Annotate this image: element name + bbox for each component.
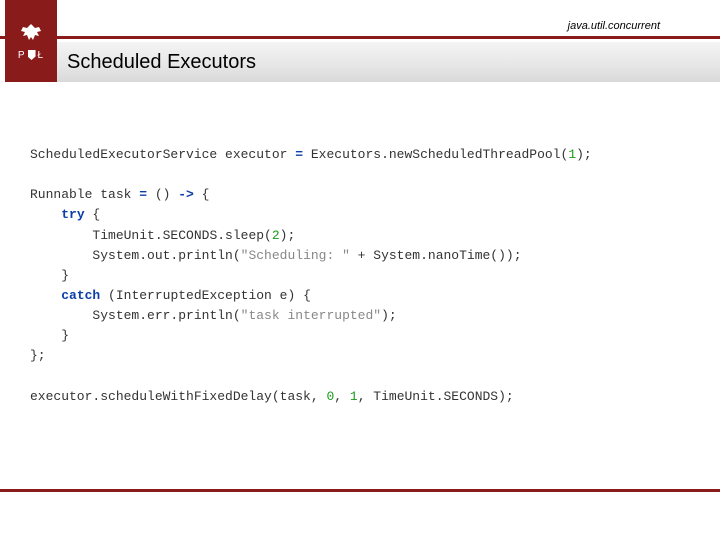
- code-block: ScheduledExecutorService executor = Exec…: [30, 145, 680, 407]
- code-line-10: };: [30, 348, 46, 363]
- logo-letter-p: P: [18, 50, 26, 61]
- code-line-2: Runnable task = () -> {: [30, 187, 209, 202]
- title-bar: Scheduled Executors: [57, 42, 720, 82]
- slide-header: java.util.concurrent P Ł Scheduled Execu…: [0, 0, 720, 90]
- code-line-8: System.err.println("task interrupted");: [30, 308, 397, 323]
- slide-title: Scheduled Executors: [67, 51, 256, 74]
- code-line-5: System.out.println("Scheduling: " + Syst…: [30, 248, 522, 263]
- code-line-7: catch (InterruptedException e) {: [30, 288, 311, 303]
- package-label: java.util.concurrent: [568, 20, 660, 32]
- university-logo: P Ł: [5, 0, 57, 82]
- code-line-11: executor.scheduleWithFixedDelay(task, 0,…: [30, 389, 514, 404]
- logo-letters: P Ł: [18, 50, 44, 61]
- shield-icon: [28, 50, 36, 60]
- eagle-icon: [18, 22, 44, 44]
- code-line-4: TimeUnit.SECONDS.sleep(2);: [30, 228, 295, 243]
- code-line-1: ScheduledExecutorService executor = Exec…: [30, 147, 592, 162]
- top-rule: [0, 36, 720, 39]
- code-line-9: }: [30, 328, 69, 343]
- code-line-6: }: [30, 268, 69, 283]
- bottom-rule: [0, 489, 720, 492]
- logo-letter-l: Ł: [38, 50, 45, 61]
- code-line-3: try {: [30, 207, 100, 222]
